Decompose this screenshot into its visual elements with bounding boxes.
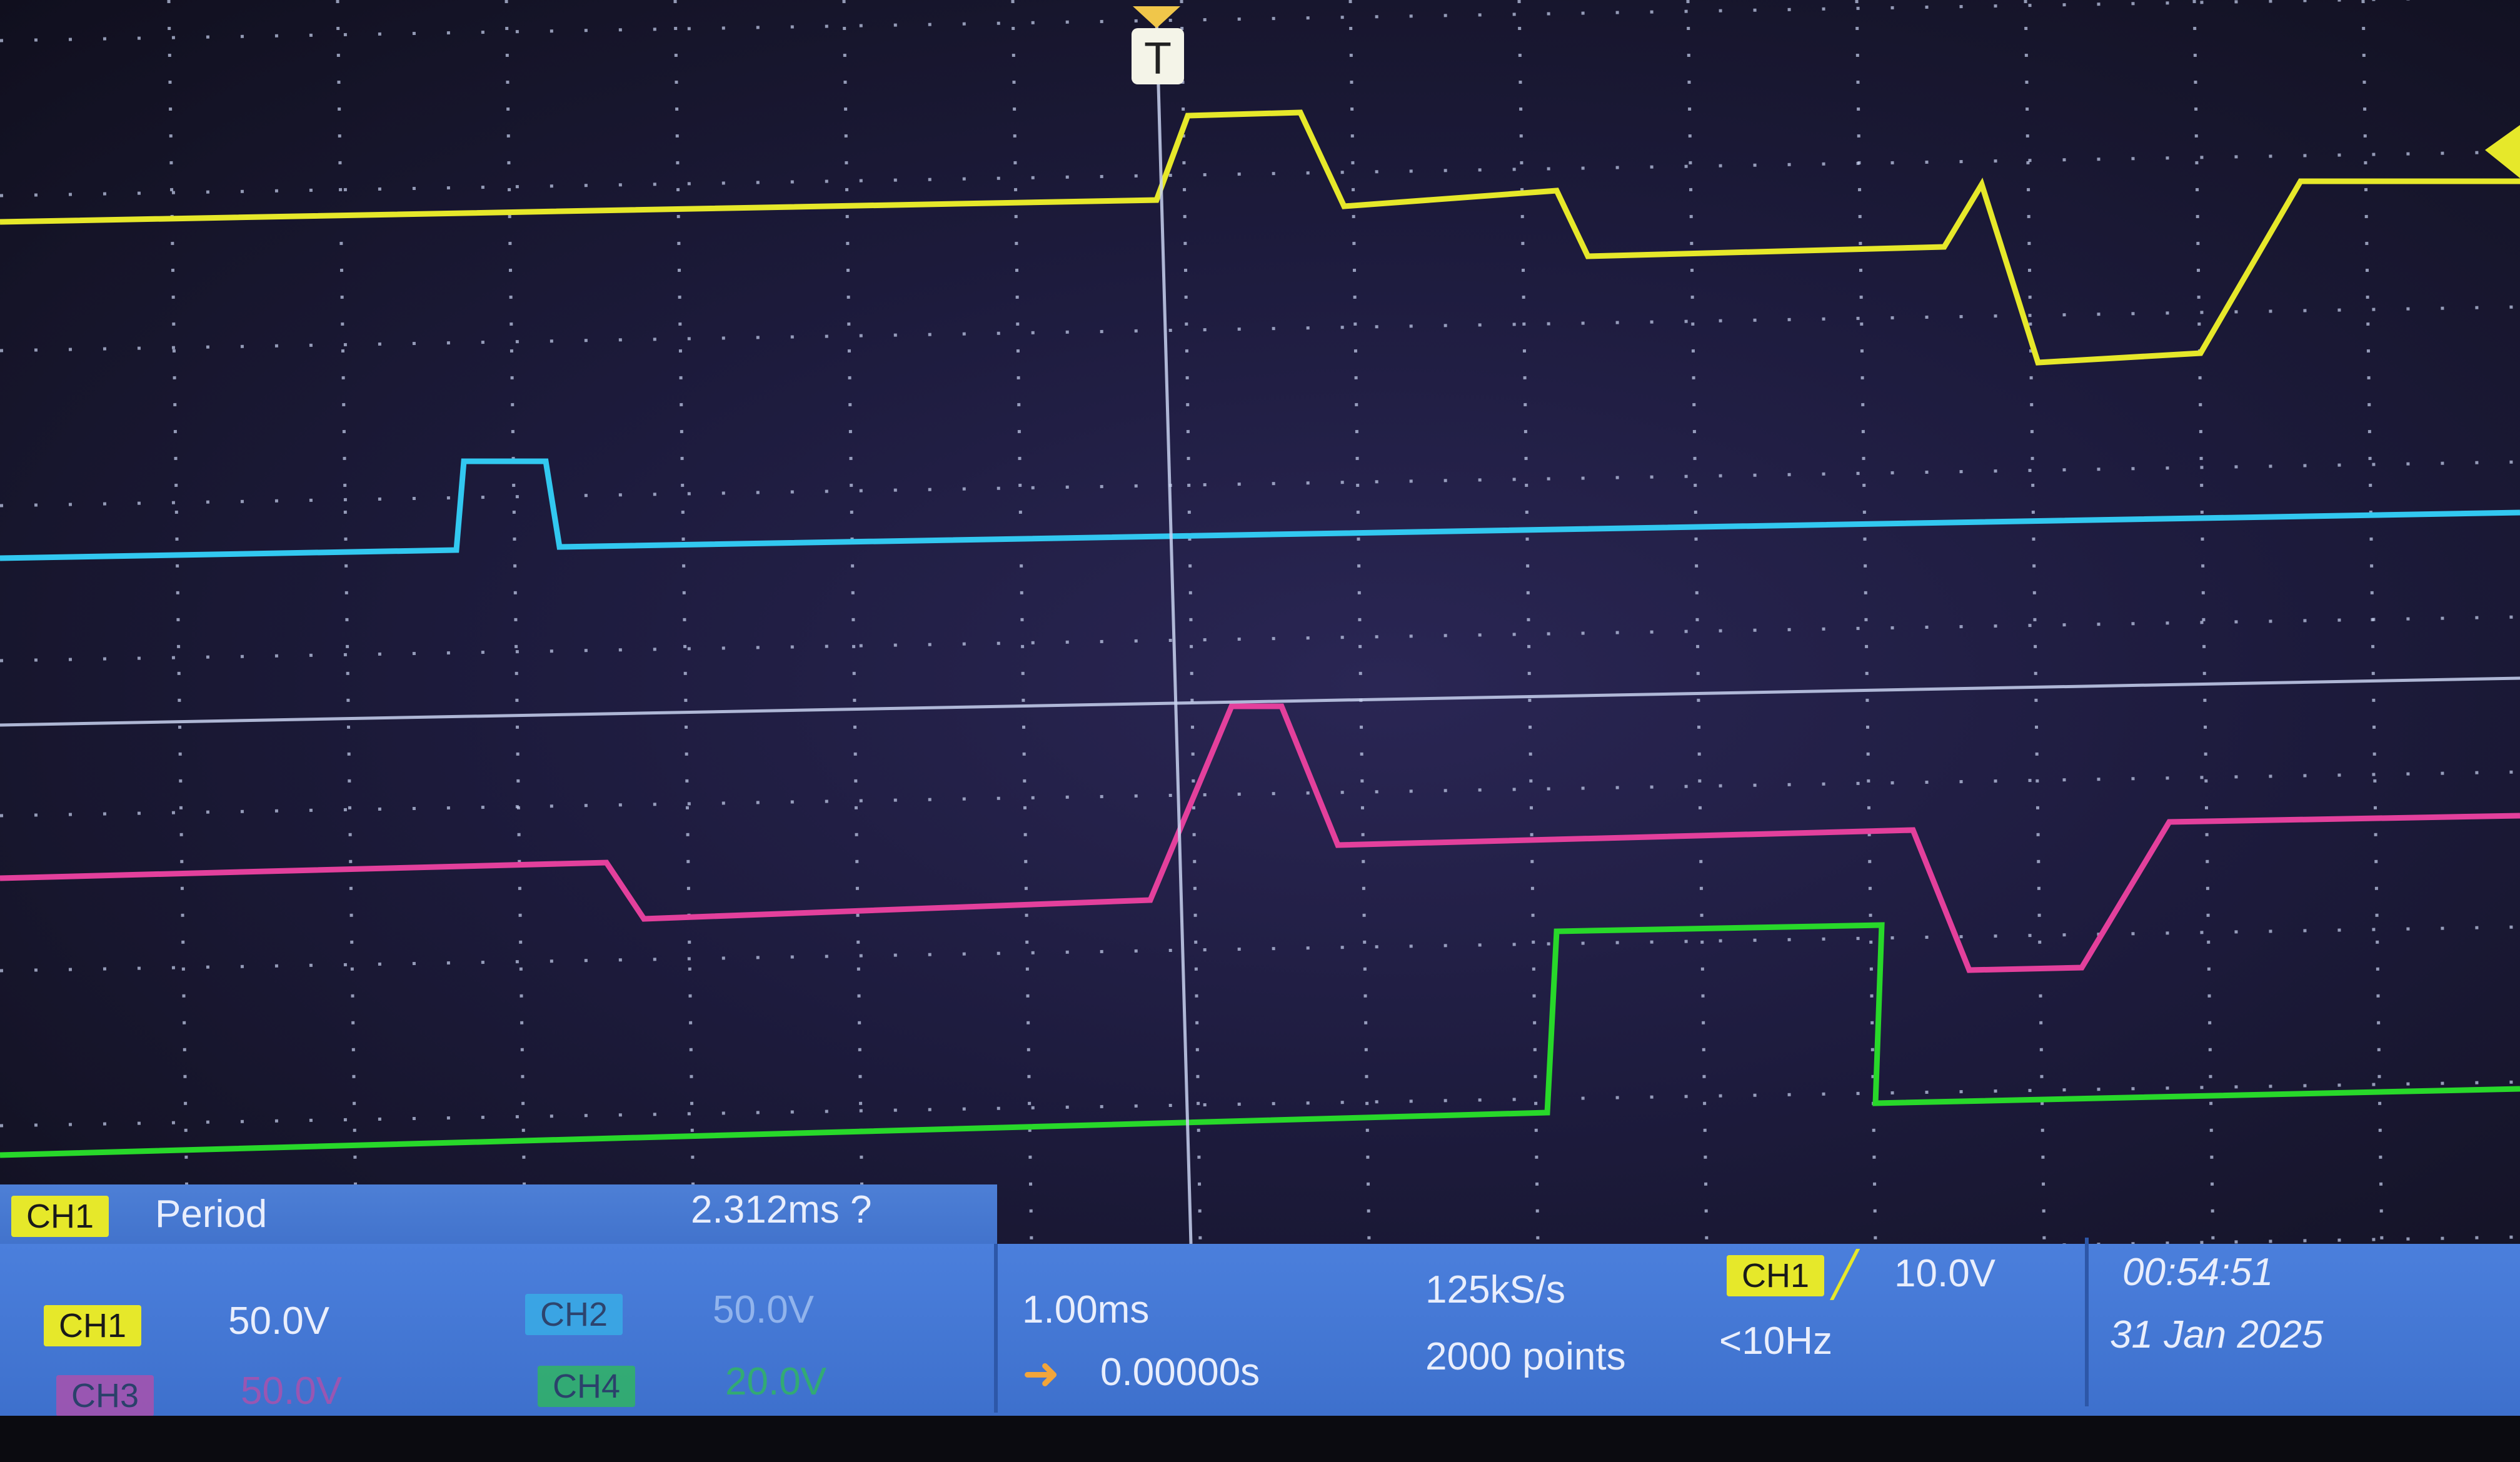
graticule-vertical (167, 0, 189, 1244)
timebase: 1.00ms (1022, 1288, 1150, 1331)
ch4-scale: 20.0V (725, 1360, 827, 1403)
graticule-horizontal (0, 925, 2520, 973)
horizontal-position: 0.00000s (1100, 1351, 1260, 1394)
waveform-area: T (0, 0, 2520, 1244)
trigger-frequency: <10Hz (1719, 1319, 1832, 1363)
ch3-waveform (0, 703, 2520, 973)
record-length: 2000 points (1425, 1335, 1626, 1378)
graticule-horizontal (0, 150, 2520, 198)
trigger-source-badge[interactable]: CH1 (1727, 1255, 1825, 1296)
sample-rate: 125kS/s (1425, 1268, 1566, 1311)
center-horizontal-line (0, 676, 2520, 727)
ch1-waveform (0, 109, 2520, 366)
center-vertical-line (1155, 18, 1193, 1244)
ch4-waveform (0, 922, 2520, 1158)
graticule-horizontal (0, 460, 2520, 508)
graticule-vertical (1011, 0, 1033, 1244)
trigger-position-marker[interactable]: T (1132, 6, 1184, 84)
ch3-scale: 50.0V (241, 1369, 343, 1413)
ch2-badge[interactable]: CH2 (525, 1294, 623, 1335)
bezel-edge (0, 1416, 2520, 1462)
graticule-vertical (1348, 0, 1371, 1244)
ch1-scale: 50.0V (228, 1299, 330, 1343)
ch3-badge[interactable]: CH3 (56, 1375, 154, 1416)
measurement-bar: CH1 Period 2.312ms ? (0, 1184, 997, 1244)
rising-edge-icon: ╱ (1832, 1250, 1859, 1299)
graticule-vertical (2192, 0, 2215, 1244)
ch2-waveform (0, 458, 2520, 561)
measurement-value: 2.312ms ? (691, 1188, 872, 1231)
ch4-badge[interactable]: CH4 (538, 1366, 636, 1407)
trigger-level: 10.0V (1894, 1252, 1996, 1295)
clock-date: 31 Jan 2025 (2110, 1313, 2324, 1356)
graticule-horizontal (0, 0, 2431, 43)
graticule-horizontal (0, 770, 2520, 818)
graticule-vertical (1517, 0, 1540, 1244)
graticule-vertical (1686, 0, 1709, 1244)
trigger-level-arrow-icon[interactable] (2485, 125, 2520, 178)
ch1-badge[interactable]: CH1 (44, 1305, 142, 1346)
panel-separator (2085, 1238, 2089, 1406)
ch2-scale: 50.0V (713, 1288, 815, 1331)
measurement-channel-badge[interactable]: CH1 (11, 1196, 109, 1237)
clock-time: 00:54:51 (2122, 1251, 2274, 1294)
graticule-vertical (2024, 0, 2046, 1244)
graticule-vertical (842, 0, 865, 1244)
trigger-marker-label: T (1144, 34, 1172, 84)
graticule-vertical (673, 0, 696, 1244)
graticule-vertical (2361, 0, 2384, 1244)
oscilloscope-display: T (0, 0, 2520, 1244)
graticule-horizontal (0, 615, 2520, 663)
graticule-vertical (336, 0, 358, 1244)
graticule-vertical (1855, 0, 1877, 1244)
graticule-horizontal (0, 305, 2520, 353)
graticule (0, 0, 2520, 1244)
panel-separator (994, 1244, 998, 1413)
measurement-label: Period (155, 1193, 268, 1236)
position-arrow-icon: ➜ (1022, 1349, 1060, 1399)
